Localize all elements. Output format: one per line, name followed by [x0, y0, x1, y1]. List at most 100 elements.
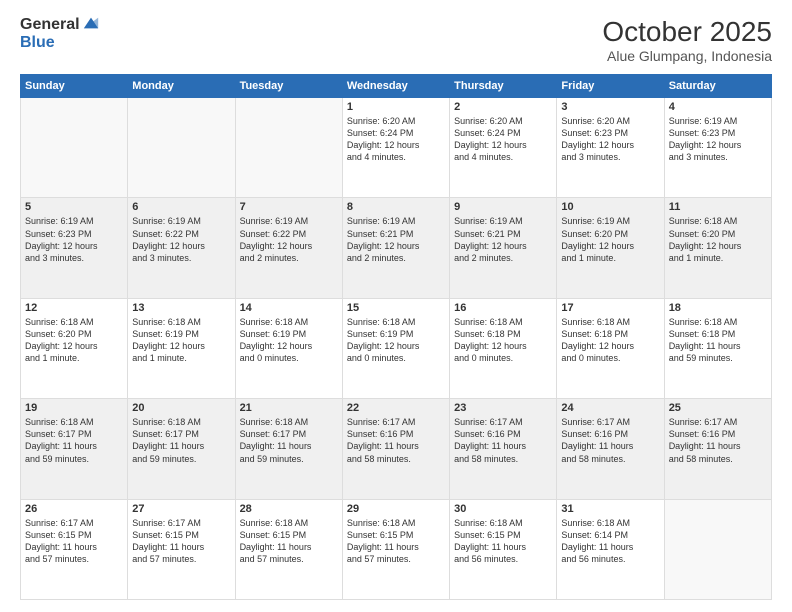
header-row: Sunday Monday Tuesday Wednesday Thursday… [21, 75, 772, 98]
logo-blue: Blue [20, 34, 100, 52]
calendar-cell: 22 Sunrise: 6:17 AM Sunset: 6:16 PM Dayli… [342, 399, 449, 499]
day-info: Sunrise: 6:18 AM Sunset: 6:15 PM Dayligh… [347, 517, 445, 566]
day-info: Sunrise: 6:17 AM Sunset: 6:15 PM Dayligh… [25, 517, 123, 566]
title-month: October 2025 [602, 16, 772, 48]
day-number: 2 [454, 101, 552, 113]
day-number: 15 [347, 302, 445, 314]
day-info: Sunrise: 6:17 AM Sunset: 6:16 PM Dayligh… [347, 416, 445, 465]
day-number: 26 [25, 503, 123, 515]
day-info: Sunrise: 6:19 AM Sunset: 6:21 PM Dayligh… [347, 215, 445, 264]
day-info: Sunrise: 6:18 AM Sunset: 6:20 PM Dayligh… [669, 215, 767, 264]
calendar-cell: 27Sunrise: 6:17 AM Sunset: 6:15 PM Dayli… [128, 499, 235, 599]
day-info: Sunrise: 6:18 AM Sunset: 6:14 PM Dayligh… [561, 517, 659, 566]
day-info: Sunrise: 6:17 AM Sunset: 6:16 PM Dayligh… [561, 416, 659, 465]
calendar-cell: 5Sunrise: 6:19 AM Sunset: 6:23 PM Daylig… [21, 198, 128, 298]
day-info: Sunrise: 6:20 AM Sunset: 6:24 PM Dayligh… [454, 115, 552, 164]
day-number: 14 [240, 302, 338, 314]
calendar-cell: 24 Sunrise: 6:17 AM Sunset: 6:16 PM Dayli… [557, 399, 664, 499]
calendar-cell: 28 Sunrise: 6:18 AM Sunset: 6:15 PM Dayli… [235, 499, 342, 599]
calendar-cell: 2 Sunrise: 6:20 AM Sunset: 6:24 PM Daylig… [450, 98, 557, 198]
day-number: 28 [240, 503, 338, 515]
day-number: 3 [561, 101, 659, 113]
day-info: Sunrise: 6:20 AM Sunset: 6:24 PM Dayligh… [347, 115, 445, 164]
calendar-cell: 26 Sunrise: 6:17 AM Sunset: 6:15 PM Dayli… [21, 499, 128, 599]
calendar-week-2: 5Sunrise: 6:19 AM Sunset: 6:23 PM Daylig… [21, 198, 772, 298]
calendar-cell [21, 98, 128, 198]
calendar-week-5: 26 Sunrise: 6:17 AM Sunset: 6:15 PM Dayli… [21, 499, 772, 599]
logo-icon [82, 14, 100, 32]
logo: General Blue [20, 16, 100, 51]
calendar-cell: 15 Sunrise: 6:18 AM Sunset: 6:19 PM Dayli… [342, 298, 449, 398]
day-info: Sunrise: 6:18 AM Sunset: 6:17 PM Dayligh… [132, 416, 230, 465]
col-header-tuesday: Tuesday [235, 75, 342, 98]
day-info: Sunrise: 6:18 AM Sunset: 6:15 PM Dayligh… [454, 517, 552, 566]
day-number: 22 [347, 402, 445, 414]
day-info: Sunrise: 6:18 AM Sunset: 6:17 PM Dayligh… [240, 416, 338, 465]
calendar-cell: 18Sunrise: 6:18 AM Sunset: 6:18 PM Dayli… [664, 298, 771, 398]
calendar-cell: 17 Sunrise: 6:18 AM Sunset: 6:18 PM Dayli… [557, 298, 664, 398]
col-header-saturday: Saturday [664, 75, 771, 98]
day-number: 4 [669, 101, 767, 113]
calendar-cell: 16 Sunrise: 6:18 AM Sunset: 6:18 PM Dayli… [450, 298, 557, 398]
calendar-cell [664, 499, 771, 599]
col-header-thursday: Thursday [450, 75, 557, 98]
day-info: Sunrise: 6:18 AM Sunset: 6:18 PM Dayligh… [669, 316, 767, 365]
calendar-cell: 25Sunrise: 6:17 AM Sunset: 6:16 PM Dayli… [664, 399, 771, 499]
day-info: Sunrise: 6:19 AM Sunset: 6:20 PM Dayligh… [561, 215, 659, 264]
day-number: 10 [561, 201, 659, 213]
day-number: 20 [132, 402, 230, 414]
day-info: Sunrise: 6:17 AM Sunset: 6:16 PM Dayligh… [454, 416, 552, 465]
day-number: 12 [25, 302, 123, 314]
calendar-cell: 31Sunrise: 6:18 AM Sunset: 6:14 PM Dayli… [557, 499, 664, 599]
day-number: 19 [25, 402, 123, 414]
day-number: 11 [669, 201, 767, 213]
calendar-cell: 23 Sunrise: 6:17 AM Sunset: 6:16 PM Dayli… [450, 399, 557, 499]
day-number: 25 [669, 402, 767, 414]
calendar-cell: 20 Sunrise: 6:18 AM Sunset: 6:17 PM Dayli… [128, 399, 235, 499]
calendar-cell: 14Sunrise: 6:18 AM Sunset: 6:19 PM Dayli… [235, 298, 342, 398]
day-info: Sunrise: 6:19 AM Sunset: 6:22 PM Dayligh… [132, 215, 230, 264]
day-info: Sunrise: 6:18 AM Sunset: 6:19 PM Dayligh… [347, 316, 445, 365]
calendar-week-1: 1 Sunrise: 6:20 AM Sunset: 6:24 PM Daylig… [21, 98, 772, 198]
header: General Blue October 2025 Alue Glumpang,… [20, 16, 772, 64]
day-info: Sunrise: 6:20 AM Sunset: 6:23 PM Dayligh… [561, 115, 659, 164]
col-header-friday: Friday [557, 75, 664, 98]
logo-general: General [20, 16, 80, 34]
day-number: 23 [454, 402, 552, 414]
day-info: Sunrise: 6:18 AM Sunset: 6:15 PM Dayligh… [240, 517, 338, 566]
calendar-cell: 29 Sunrise: 6:18 AM Sunset: 6:15 PM Dayli… [342, 499, 449, 599]
day-number: 17 [561, 302, 659, 314]
day-info: Sunrise: 6:17 AM Sunset: 6:15 PM Dayligh… [132, 517, 230, 566]
day-number: 1 [347, 101, 445, 113]
day-info: Sunrise: 6:18 AM Sunset: 6:17 PM Dayligh… [25, 416, 123, 465]
calendar-cell: 3 Sunrise: 6:20 AM Sunset: 6:23 PM Daylig… [557, 98, 664, 198]
title-location: Alue Glumpang, Indonesia [602, 48, 772, 64]
day-number: 29 [347, 503, 445, 515]
calendar-cell: 11 Sunrise: 6:18 AM Sunset: 6:20 PM Dayli… [664, 198, 771, 298]
title-block: October 2025 Alue Glumpang, Indonesia [602, 16, 772, 64]
col-header-monday: Monday [128, 75, 235, 98]
calendar-cell [235, 98, 342, 198]
calendar-cell [128, 98, 235, 198]
col-header-wednesday: Wednesday [342, 75, 449, 98]
day-number: 30 [454, 503, 552, 515]
day-info: Sunrise: 6:18 AM Sunset: 6:18 PM Dayligh… [454, 316, 552, 365]
day-info: Sunrise: 6:19 AM Sunset: 6:21 PM Dayligh… [454, 215, 552, 264]
day-number: 24 [561, 402, 659, 414]
calendar-cell: 6 Sunrise: 6:19 AM Sunset: 6:22 PM Daylig… [128, 198, 235, 298]
day-number: 7 [240, 201, 338, 213]
calendar-cell: 19 Sunrise: 6:18 AM Sunset: 6:17 PM Dayli… [21, 399, 128, 499]
calendar-cell: 8 Sunrise: 6:19 AM Sunset: 6:21 PM Daylig… [342, 198, 449, 298]
calendar-cell: 13Sunrise: 6:18 AM Sunset: 6:19 PM Dayli… [128, 298, 235, 398]
calendar-cell: 7Sunrise: 6:19 AM Sunset: 6:22 PM Daylig… [235, 198, 342, 298]
day-number: 8 [347, 201, 445, 213]
calendar-table: Sunday Monday Tuesday Wednesday Thursday… [20, 74, 772, 600]
calendar-cell: 4Sunrise: 6:19 AM Sunset: 6:23 PM Daylig… [664, 98, 771, 198]
calendar-cell: 1 Sunrise: 6:20 AM Sunset: 6:24 PM Daylig… [342, 98, 449, 198]
day-number: 5 [25, 201, 123, 213]
day-number: 6 [132, 201, 230, 213]
calendar-cell: 12Sunrise: 6:18 AM Sunset: 6:20 PM Dayli… [21, 298, 128, 398]
day-number: 16 [454, 302, 552, 314]
calendar-cell: 21Sunrise: 6:18 AM Sunset: 6:17 PM Dayli… [235, 399, 342, 499]
day-info: Sunrise: 6:18 AM Sunset: 6:18 PM Dayligh… [561, 316, 659, 365]
